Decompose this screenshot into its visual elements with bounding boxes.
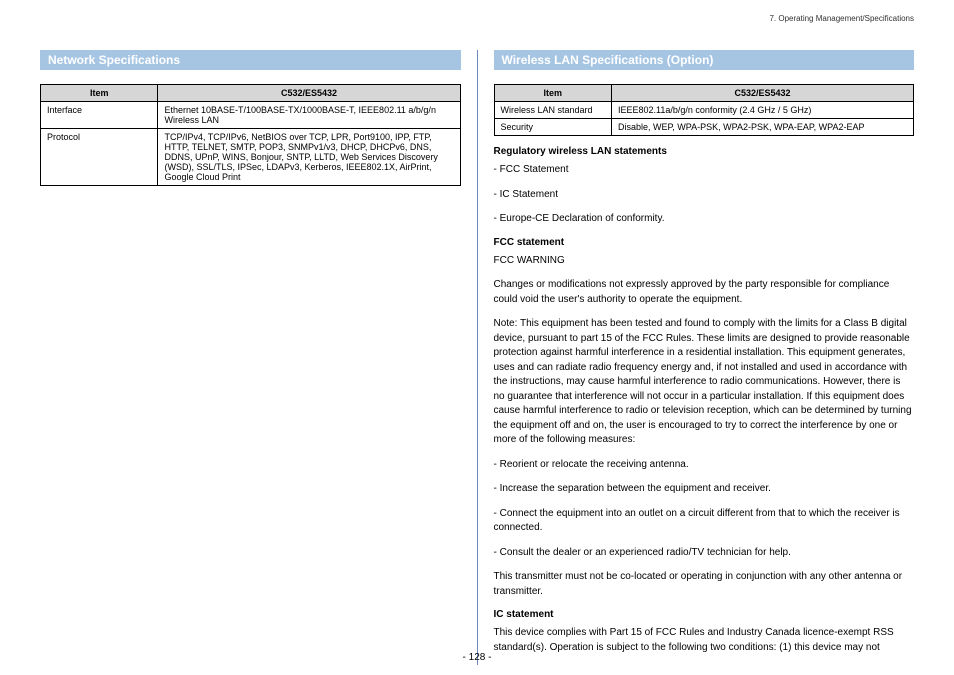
body-text: - IC Statement [494,188,915,203]
subheading-regulatory: Regulatory wireless LAN statements [494,146,915,157]
table-header: Item [41,85,158,102]
table-cell: Security [494,119,611,136]
body-text: This device complies with Part 15 of FCC… [494,626,915,655]
section-heading-network: Network Specifications [40,50,461,70]
body-text: - Europe-CE Declaration of conformity. [494,212,915,227]
network-spec-table: Item C532/ES5432 Interface Ethernet 10BA… [40,84,461,186]
table-cell: IEEE802.11a/b/g/n conformity (2.4 GHz / … [611,102,913,119]
right-column: Wireless LAN Specifications (Option) Ite… [494,50,915,665]
table-cell: TCP/IPv4, TCP/IPv6, NetBIOS over TCP, LP… [158,129,460,186]
body-text: FCC WARNING [494,254,915,269]
left-column: Network Specifications Item C532/ES5432 … [40,50,461,665]
subheading-fcc: FCC statement [494,237,915,248]
document-page: 7. Operating Management/Specifications N… [0,0,954,675]
table-header: C532/ES5432 [611,85,913,102]
body-text: This transmitter must not be co-located … [494,570,915,599]
page-number: - 128 - [0,652,954,663]
table-header-row: Item C532/ES5432 [494,85,914,102]
table-row: Protocol TCP/IPv4, TCP/IPv6, NetBIOS ove… [41,129,461,186]
body-text: - Increase the separation between the eq… [494,482,915,497]
subheading-ic: IC statement [494,609,915,620]
table-cell: Disable, WEP, WPA-PSK, WPA2-PSK, WPA-EAP… [611,119,913,136]
table-row: Interface Ethernet 10BASE-T/100BASE-TX/1… [41,102,461,129]
table-cell: Protocol [41,129,158,186]
body-text: Changes or modifications not expressly a… [494,278,915,307]
body-text: - FCC Statement [494,163,915,178]
column-divider [477,50,478,665]
body-text: - Consult the dealer or an experienced r… [494,546,915,561]
table-header-row: Item C532/ES5432 [41,85,461,102]
breadcrumb: 7. Operating Management/Specifications [769,14,914,23]
table-header: Item [494,85,611,102]
two-column-layout: Network Specifications Item C532/ES5432 … [40,50,914,665]
section-heading-wireless: Wireless LAN Specifications (Option) [494,50,915,70]
body-text: - Reorient or relocate the receiving ant… [494,458,915,473]
table-row: Wireless LAN standard IEEE802.11a/b/g/n … [494,102,914,119]
wireless-spec-table: Item C532/ES5432 Wireless LAN standard I… [494,84,915,136]
table-header: C532/ES5432 [158,85,460,102]
table-row: Security Disable, WEP, WPA-PSK, WPA2-PSK… [494,119,914,136]
table-cell: Ethernet 10BASE-T/100BASE-TX/1000BASE-T,… [158,102,460,129]
table-cell: Interface [41,102,158,129]
body-text: - Connect the equipment into an outlet o… [494,507,915,536]
table-cell: Wireless LAN standard [494,102,611,119]
body-text: Note: This equipment has been tested and… [494,317,915,448]
